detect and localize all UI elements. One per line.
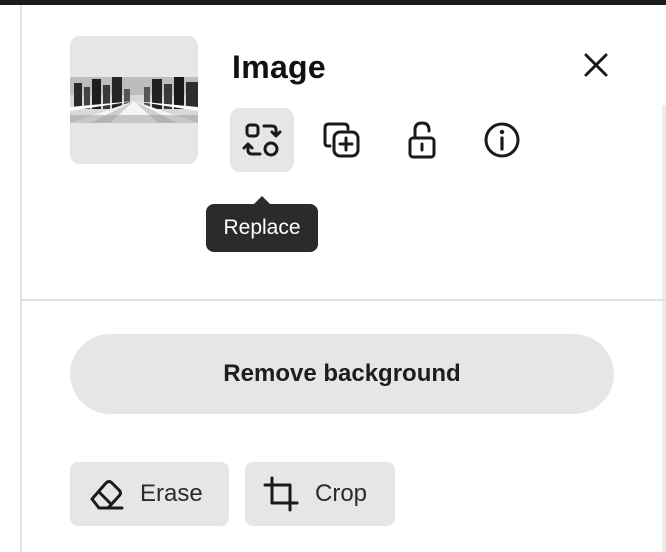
crop-icon (263, 476, 299, 512)
eraser-icon (88, 477, 124, 511)
crop-label: Crop (315, 480, 368, 507)
erase-label: Erase (140, 480, 203, 507)
image-thumbnail[interactable] (70, 36, 198, 164)
info-icon (484, 122, 520, 158)
image-thumbnail-picture (70, 77, 198, 123)
panel-title: Image (232, 49, 326, 85)
duplicate-button[interactable] (310, 108, 374, 172)
section-divider (22, 299, 666, 301)
scrollbar[interactable] (662, 105, 666, 552)
erase-button[interactable]: Erase (70, 462, 229, 526)
remove-background-button[interactable]: Remove background (70, 334, 614, 414)
duplicate-icon (323, 122, 360, 158)
lock-toggle-button[interactable] (390, 108, 454, 172)
replace-tooltip: Replace (206, 196, 318, 252)
info-button[interactable] (470, 108, 534, 172)
replace-button[interactable] (230, 108, 294, 172)
close-button[interactable] (580, 49, 612, 81)
crop-button[interactable]: Crop (245, 462, 395, 526)
unlock-icon (408, 121, 436, 159)
image-properties-panel: Image Replace Remove background Erase Cr… (20, 5, 666, 552)
close-icon (584, 53, 608, 77)
replace-icon (242, 123, 282, 157)
